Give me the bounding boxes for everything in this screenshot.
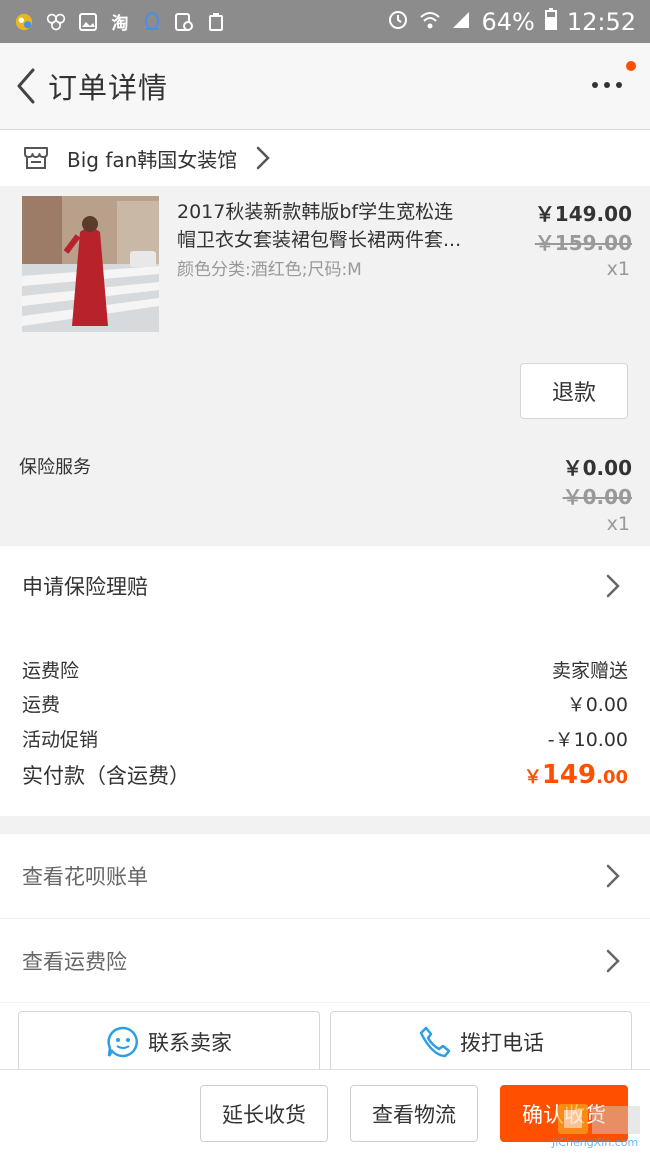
fee-value: -￥10.00	[547, 729, 628, 751]
contact-seller-button[interactable]: 联系卖家	[18, 1011, 320, 1071]
huabei-bill-row[interactable]: 查看花呗账单	[0, 834, 650, 918]
contact-area: 联系卖家 拨打电话	[0, 1003, 650, 1071]
recycle-icon	[206, 12, 226, 32]
chevron-right-icon	[606, 864, 620, 888]
qq-icon	[142, 11, 162, 32]
contact-seller-label: 联系卖家	[148, 1030, 232, 1055]
more-icon[interactable]	[592, 73, 622, 97]
signal-icon	[451, 8, 471, 36]
product-sku: 颜色分类:酒红色;尺码:M	[177, 260, 362, 280]
shipping-insurance-link-label: 查看运费险	[22, 949, 127, 974]
shipping-insurance-link-row[interactable]: 查看运费险	[0, 918, 650, 1002]
fee-label: 运费险	[22, 660, 80, 682]
order-item[interactable]: 2017秋装新款韩版bf学生宽松连 帽卫衣女套装裙包臀长裙两件套... 颜色分类…	[0, 186, 650, 434]
fee-value: ￥0.00	[566, 694, 628, 716]
total-integer: 149	[541, 760, 597, 790]
pinwheel-icon	[46, 12, 66, 32]
back-icon[interactable]	[6, 56, 46, 116]
notification-dot	[626, 61, 636, 71]
shipping-fee-row: 运费 ￥0.00	[22, 690, 628, 717]
phone-icon	[419, 1026, 451, 1057]
insurance-item: 保险服务 ￥0.00 ￥0.00 x1	[0, 438, 650, 546]
watermark-text: JiChengXin.com	[552, 1136, 639, 1149]
battery-percent: 64%	[481, 7, 535, 36]
insurance-claim-label: 申请保险理赔	[22, 575, 148, 599]
status-bar: 淘 64% 12:52	[0, 0, 650, 43]
clock-time: 12:52	[566, 7, 636, 36]
extend-receipt-button[interactable]: 延长收货	[200, 1085, 328, 1142]
product-title-line1: 2017秋装新款韩版bf学生宽松连	[177, 201, 454, 223]
promotion-row: 活动促销 -￥10.00	[22, 725, 628, 752]
smile-chat-icon	[107, 1026, 138, 1057]
insurance-quantity: x1	[606, 513, 630, 535]
status-system-icons: 64% 12:52	[387, 7, 636, 36]
chevron-right-icon	[606, 949, 620, 972]
call-phone-button[interactable]: 拨打电话	[330, 1011, 632, 1071]
product-original-price: ￥159.00	[534, 231, 632, 255]
battery-icon	[544, 7, 557, 36]
wifi-icon	[419, 8, 441, 36]
insurance-label: 保险服务	[19, 457, 91, 478]
call-phone-label: 拨打电话	[460, 1030, 544, 1055]
refund-button[interactable]: 退款	[520, 363, 628, 419]
shop-row[interactable]: Big fan韩国女装馆	[0, 130, 650, 186]
total-decimal: .00	[596, 767, 628, 788]
insurance-claim-row[interactable]: 申请保险理赔	[0, 546, 650, 626]
chevron-right-icon	[606, 574, 620, 598]
order-summary: 申请保险理赔 运费险 卖家赠送 运费 ￥0.00 活动促销 -￥10.00 实付…	[0, 546, 650, 816]
status-notification-icons: 淘	[14, 11, 226, 34]
shop-icon	[24, 147, 48, 169]
gallery-icon	[78, 12, 98, 32]
total-paid-label: 实付款（含运费）	[22, 764, 190, 788]
product-image[interactable]	[22, 196, 159, 332]
product-quantity: x1	[606, 258, 630, 280]
screenshot-icon	[174, 12, 194, 32]
fee-label: 活动促销	[22, 729, 99, 751]
page-title: 订单详情	[48, 71, 169, 105]
app-notification-icon	[14, 12, 34, 32]
product-title-line2: 帽卫衣女套装裙包臀长裙两件套...	[177, 229, 462, 251]
view-logistics-button[interactable]: 查看物流	[350, 1085, 478, 1142]
product-price: ￥149.00	[534, 202, 632, 226]
site-watermark: JiChengXin.com	[524, 1100, 644, 1152]
insurance-original-price: ￥0.00	[562, 485, 632, 509]
chevron-right-icon	[257, 146, 271, 170]
shop-name: Big fan韩国女装馆	[67, 147, 238, 172]
total-paid-row: 实付款（含运费） ￥149.00	[22, 760, 628, 790]
fee-label: 运费	[22, 694, 61, 716]
insurance-price: ￥0.00	[562, 456, 632, 480]
shipping-insurance-row: 运费险 卖家赠送	[22, 656, 628, 683]
taobao-icon: 淘	[111, 14, 129, 34]
alarm-icon	[387, 8, 409, 36]
fee-value: 卖家赠送	[551, 660, 628, 682]
huabei-bill-label: 查看花呗账单	[22, 865, 148, 889]
product-title[interactable]: 2017秋装新款韩版bf学生宽松连 帽卫衣女套装裙包臀长裙两件套...	[177, 198, 497, 254]
nav-bar: 订单详情	[0, 43, 650, 130]
total-paid-value: ￥149.00	[524, 760, 628, 790]
total-currency: ￥	[523, 767, 542, 788]
